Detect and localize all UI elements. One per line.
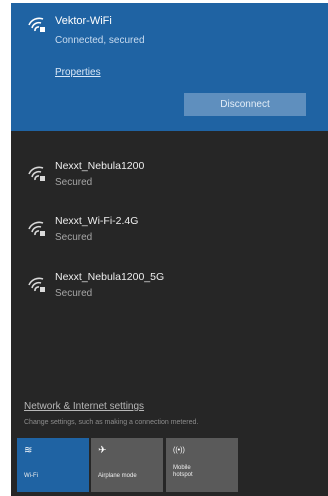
- network-flyout: Vektor-WiFi Connected, secured Propertie…: [11, 3, 328, 496]
- wifi-toggle-tile[interactable]: ≋ Wi-Fi: [17, 438, 89, 492]
- wifi-secured-icon: [28, 221, 46, 237]
- properties-link[interactable]: Properties: [55, 67, 101, 78]
- connected-network-item[interactable]: Vektor-WiFi Connected, secured Propertie…: [11, 3, 328, 131]
- wifi-secured-icon: [28, 277, 46, 293]
- network-list-item[interactable]: Nexxt_Nebula1200 Secured: [11, 155, 328, 205]
- tile-label: Mobile hotspot: [173, 465, 193, 479]
- network-settings-description: Change settings, such as making a connec…: [24, 419, 199, 426]
- tile-label-line1: Mobile: [173, 465, 191, 471]
- mobile-hotspot-tile[interactable]: ((•)) Mobile hotspot: [166, 438, 238, 492]
- network-settings-link[interactable]: Network & Internet settings: [24, 401, 144, 412]
- network-list-item[interactable]: Nexxt_Wi-Fi-2.4G Secured: [11, 210, 328, 260]
- wifi-icon: ≋: [24, 445, 33, 456]
- tile-label: Airplane mode: [98, 473, 137, 479]
- network-list-item[interactable]: Nexxt_Nebula1200_5G Secured: [11, 266, 328, 316]
- wifi-secured-icon: [28, 166, 46, 182]
- network-name: Nexxt_Nebula1200: [55, 160, 145, 172]
- wifi-secured-icon: [28, 17, 46, 33]
- mobile-hotspot-icon: ((•)): [173, 447, 185, 454]
- airplane-mode-tile[interactable]: ✈ Airplane mode: [91, 438, 163, 492]
- network-status: Secured: [55, 232, 93, 243]
- disconnect-button[interactable]: Disconnect: [184, 93, 306, 116]
- tile-label: Wi-Fi: [24, 473, 38, 479]
- connected-network-status: Connected, secured: [55, 35, 145, 46]
- connected-network-name: Vektor-WiFi: [55, 15, 112, 27]
- network-name: Nexxt_Wi-Fi-2.4G: [55, 215, 139, 227]
- network-status: Secured: [55, 288, 93, 299]
- network-name: Nexxt_Nebula1200_5G: [55, 271, 165, 283]
- airplane-icon: ✈: [98, 445, 107, 456]
- network-status: Secured: [55, 177, 93, 188]
- tile-label-line2: hotspot: [173, 472, 193, 478]
